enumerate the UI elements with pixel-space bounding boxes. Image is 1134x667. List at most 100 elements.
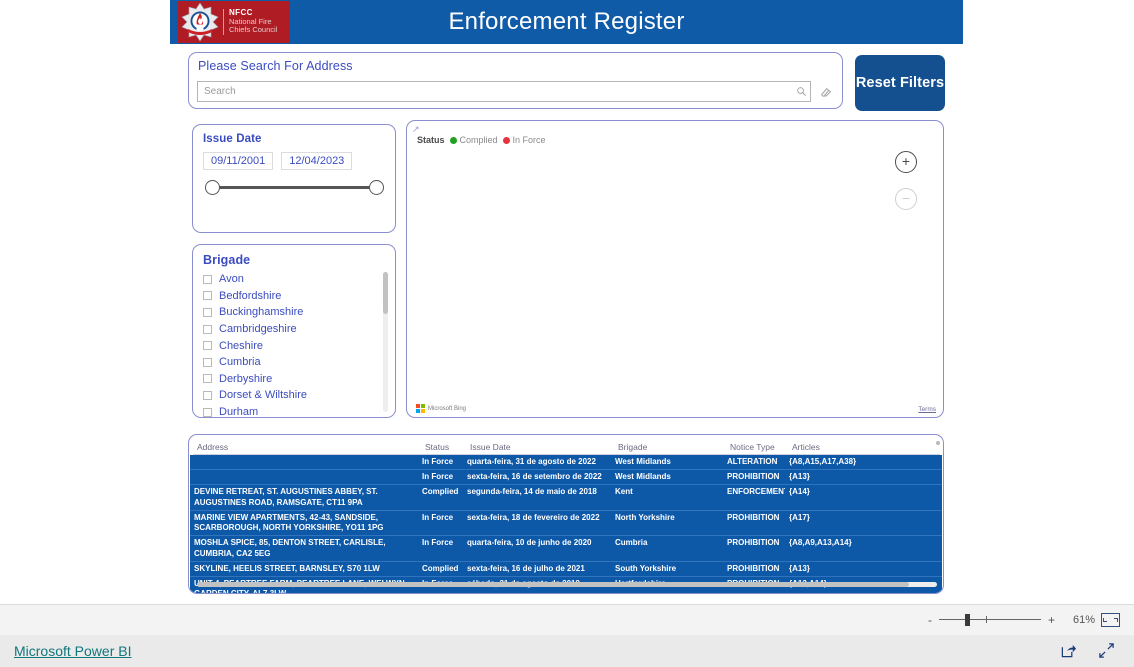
table-row[interactable]: In Force quarta-feira, 31 de agosto de 20… xyxy=(190,455,942,471)
brigade-item[interactable]: Derbyshire xyxy=(203,371,385,388)
legend-label-in-force: In Force xyxy=(512,135,546,145)
table-row[interactable]: DEVINE RETREAT, ST. AUGUSTINES ABBEY, ST… xyxy=(190,485,942,511)
issue-date-start-field[interactable]: 09/11/2001 xyxy=(203,152,274,170)
legend-item-complied[interactable]: Complied xyxy=(449,135,498,145)
zoom-in-button[interactable]: + xyxy=(1048,614,1055,626)
brigade-item-label: Cambridgeshire xyxy=(219,323,297,336)
table-column-header[interactable]: Brigade xyxy=(618,442,730,454)
brigade-scrollbar-thumb[interactable] xyxy=(383,272,388,314)
table-column-header[interactable]: Address xyxy=(197,442,425,454)
magnifier-icon[interactable] xyxy=(792,82,810,100)
status-bar: - + 61% xyxy=(0,604,1134,635)
slider-track xyxy=(211,186,377,189)
table-cell-notice-type: ALTERATION xyxy=(727,457,778,466)
table-rows: In Force quarta-feira, 31 de agosto de 20… xyxy=(190,455,942,593)
brigade-checkbox[interactable] xyxy=(203,291,212,301)
legend-title: Status xyxy=(417,135,445,145)
brigade-checkbox[interactable] xyxy=(203,341,212,351)
nfcc-line-2: Chiefs Council xyxy=(229,25,278,35)
table-cell-notice-type: PROHIBITION xyxy=(727,538,780,548)
brigade-item[interactable]: Avon xyxy=(203,271,385,288)
brigade-item-label: Avon xyxy=(219,273,244,286)
table-cell-address: MARINE VIEW APARTMENTS, 42-43, SANDSIDE,… xyxy=(194,512,384,533)
table-cell-articles: {A13} xyxy=(789,472,810,482)
table-cell-brigade: Cumbria xyxy=(615,538,648,548)
eraser-icon[interactable] xyxy=(817,82,835,100)
table-cell-address: DEVINE RETREAT, ST. AUGUSTINES ABBEY, ST… xyxy=(194,487,378,507)
map-zoom-out-button[interactable]: − xyxy=(895,188,917,210)
map-zoom-controls: + − xyxy=(895,151,917,225)
map-legend: Status Complied In Force xyxy=(417,135,546,145)
plus-icon: + xyxy=(901,153,911,169)
brigade-item[interactable]: Durham xyxy=(203,404,385,417)
search-card-title: Please Search For Address xyxy=(198,59,353,73)
table-column-header[interactable]: Issue Date xyxy=(470,442,618,454)
brigade-item[interactable]: Cambridgeshire xyxy=(203,321,385,338)
minus-icon: − xyxy=(901,190,911,206)
table-cell-brigade: North Yorkshire xyxy=(615,512,675,522)
fullscreen-icon[interactable] xyxy=(1098,642,1116,660)
slider-handle-start[interactable] xyxy=(205,180,220,195)
reset-filters-button[interactable]: Reset Filters xyxy=(855,55,945,111)
search-input[interactable] xyxy=(198,85,793,97)
issue-date-end-field[interactable]: 12/04/2023 xyxy=(281,152,353,170)
table-column-header[interactable]: Articles xyxy=(792,442,942,454)
map-focus-mode-icon[interactable]: ↗︎ xyxy=(412,124,419,135)
microsoft-logo-icon xyxy=(416,404,425,413)
address-search-card: Please Search For Address xyxy=(188,52,843,109)
table-cell-status: Complied xyxy=(422,487,459,497)
table-row[interactable]: MARINE VIEW APARTMENTS, 42-43, SANDSIDE,… xyxy=(190,510,942,537)
table-row[interactable]: MOSHLA SPICE, 85, DENTON STREET, CARLISL… xyxy=(190,536,942,562)
brigade-slicer: Brigade Avon Bedfordshire Buckinghamshire C… xyxy=(192,244,396,418)
brigade-item[interactable]: Bedfordshire xyxy=(203,288,385,305)
brigade-checkbox[interactable] xyxy=(203,390,212,400)
table-row[interactable]: In Force sexta-feira, 16 de setembro de 2… xyxy=(190,470,942,486)
brigade-item[interactable]: Cheshire xyxy=(203,337,385,354)
table-cell-issue-date: sexta-feira, 16 de julho de 2021 xyxy=(467,563,585,573)
brigade-checkbox[interactable] xyxy=(203,274,212,284)
table-header-row: Address Status Issue Date Brigade Notice Typ… xyxy=(190,436,942,454)
brigade-item[interactable]: Buckinghamshire xyxy=(203,304,385,321)
brigade-checkbox[interactable] xyxy=(203,357,212,367)
table-cell-articles: {A8,A9,A13,A14} xyxy=(789,538,852,548)
table-cell-brigade: South Yorkshire xyxy=(615,563,677,573)
slider-handle-end[interactable] xyxy=(369,180,384,195)
powerbi-brand-link[interactable]: Microsoft Power BI xyxy=(14,643,131,659)
table-cell-address: SKYLINE, HEELIS STREET, BARNSLEY, S70 1L… xyxy=(194,563,380,573)
table-cell-status: In Force xyxy=(422,512,454,522)
brigade-checkbox[interactable] xyxy=(203,374,212,384)
bing-attribution-label: Microsoft Bing xyxy=(428,405,467,412)
map-visual[interactable]: ↗︎ Status Complied In Force + − Microsof… xyxy=(406,120,944,418)
issue-date-range-slider[interactable] xyxy=(205,178,384,200)
table-cell-address: MOSHLA SPICE, 85, DENTON STREET, CARLISL… xyxy=(194,538,386,558)
brigade-scrollbar[interactable] xyxy=(383,272,388,412)
zoom-slider-thumb[interactable] xyxy=(964,614,970,626)
table-row[interactable]: SKYLINE, HEELIS STREET, BARNSLEY, S70 1L… xyxy=(190,561,942,578)
brigade-item-label: Derbyshire xyxy=(219,372,273,385)
nfcc-logo-text: NFCC National Fire Chiefs Council xyxy=(223,8,278,35)
zoom-slider-track[interactable] xyxy=(938,614,1041,626)
table-horizontal-scrollbar-thumb[interactable] xyxy=(197,582,909,587)
table-column-header[interactable]: Notice Type xyxy=(730,442,792,454)
fit-to-page-icon[interactable] xyxy=(1101,613,1120,627)
map-zoom-in-button[interactable]: + xyxy=(895,151,917,173)
brigade-item[interactable]: Dorset & Wiltshire xyxy=(203,387,385,404)
table-cell-notice-type: PROHIBITION xyxy=(727,512,780,522)
zoom-slider-tick xyxy=(985,616,987,623)
zoom-slider[interactable]: - + xyxy=(928,614,1055,626)
search-input-wrap[interactable] xyxy=(197,80,812,102)
table-cell-issue-date: sexta-feira, 16 de setembro de 2022 xyxy=(467,472,602,482)
table-horizontal-scrollbar[interactable] xyxy=(197,582,937,587)
issue-date-chips: 09/11/2001 12/04/2023 xyxy=(203,152,353,170)
table-column-header[interactable]: Status xyxy=(425,442,470,454)
table-vertical-scrollbar[interactable] xyxy=(936,441,940,445)
map-terms-link[interactable]: Terms xyxy=(918,406,936,413)
share-icon[interactable] xyxy=(1060,642,1078,660)
brigade-checkbox[interactable] xyxy=(203,307,212,317)
brigade-checkbox[interactable] xyxy=(203,324,212,334)
zoom-out-button[interactable]: - xyxy=(928,614,932,626)
brigade-item[interactable]: Cumbria xyxy=(203,354,385,371)
brigade-checkbox[interactable] xyxy=(203,407,212,417)
legend-item-in-force[interactable]: In Force xyxy=(502,135,546,145)
table-cell-notice-type: PROHIBITION xyxy=(727,563,780,573)
